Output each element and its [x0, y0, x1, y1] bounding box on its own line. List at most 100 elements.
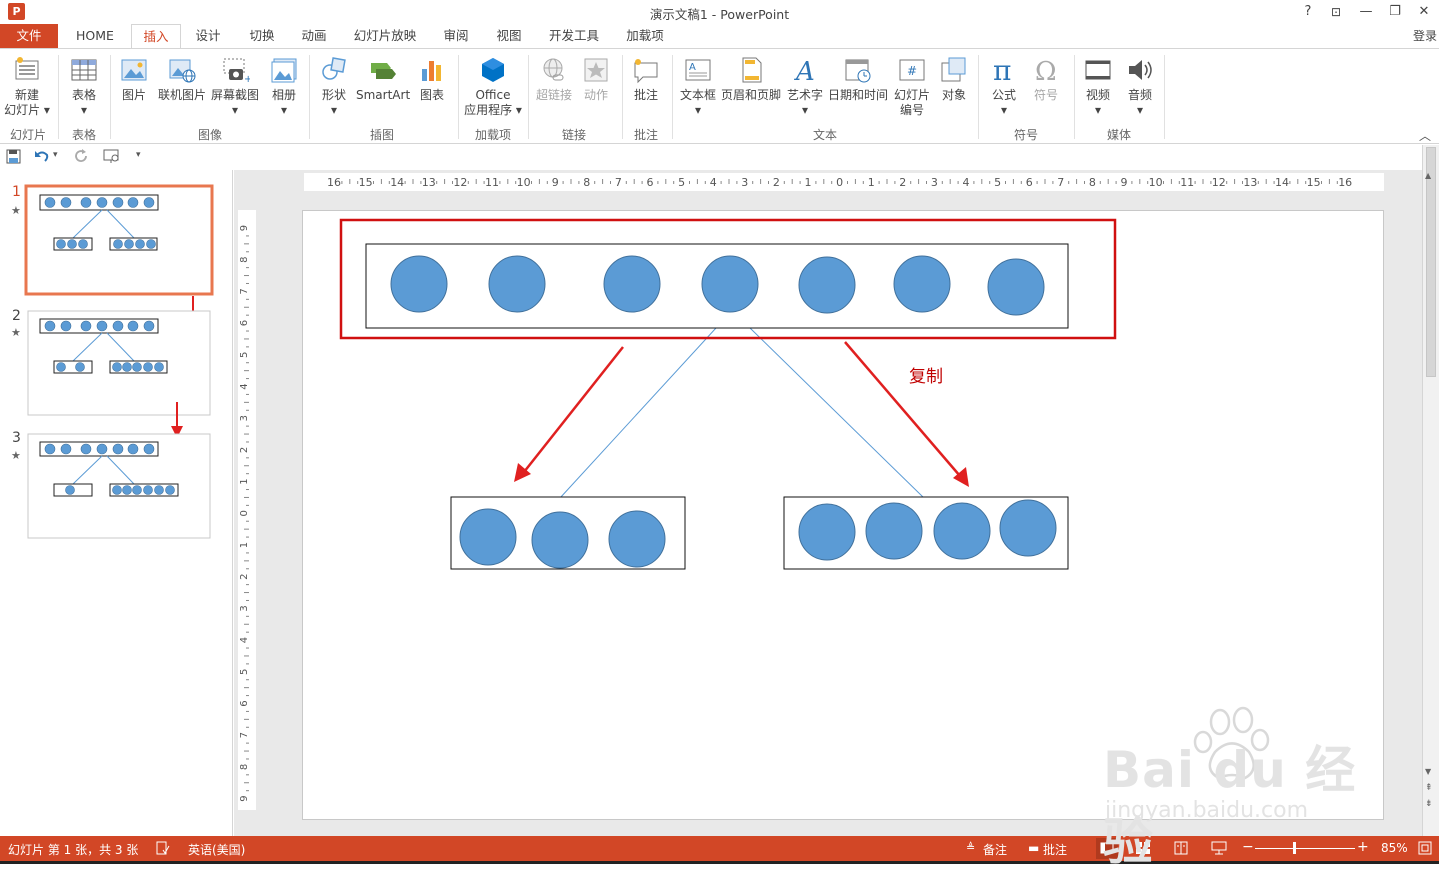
fit-to-window-icon[interactable]	[1418, 841, 1432, 855]
picture-label: 图片	[121, 88, 146, 102]
table-label: 表格	[71, 88, 96, 102]
close-button[interactable]: ✕	[1414, 3, 1434, 21]
tab-animations[interactable]: 动画	[292, 24, 336, 48]
hyperlink-button[interactable]: 超链接	[534, 55, 574, 103]
slide-number-button[interactable]: # 幻灯片 编号	[892, 55, 932, 118]
scroll-up-arrow-icon[interactable]: ▲	[1425, 171, 1431, 180]
picture-icon	[121, 59, 147, 81]
object-icon	[941, 57, 966, 82]
tab-design[interactable]: 设计	[186, 24, 230, 48]
vertical-scrollbar[interactable]: ▲ ▼ ⇞ ⇟	[1422, 145, 1439, 836]
customize-qat-button[interactable]: ▾	[136, 150, 141, 160]
header-footer-button[interactable]: 页眉和页脚	[720, 55, 782, 103]
blue-circle[interactable]	[933, 502, 991, 560]
blue-circle[interactable]	[865, 502, 923, 560]
blue-circle[interactable]	[701, 255, 759, 313]
tab-review[interactable]: 审阅	[434, 24, 478, 48]
notes-button[interactable]: 备注	[983, 841, 1007, 858]
ruler-tick-label: 15	[359, 176, 373, 189]
copy-annotation-text[interactable]: 复制	[909, 362, 943, 387]
wordart-button[interactable]: A 艺术字 ▾	[785, 55, 825, 118]
slide-thumbnail-2[interactable]	[27, 310, 211, 416]
maximize-button[interactable]: ❐	[1385, 3, 1405, 21]
smartart-button[interactable]: SmartArt	[356, 55, 410, 103]
action-button[interactable]: 动作	[578, 55, 614, 103]
video-button[interactable]: 视频 ▾	[1080, 55, 1116, 118]
notes-icon[interactable]: ≜	[966, 841, 975, 854]
slide-number-icon: #	[899, 59, 925, 81]
previous-slide-icon[interactable]: ⇞	[1425, 783, 1433, 793]
blue-circle[interactable]	[798, 256, 856, 314]
ruler-tick-label: 9	[1121, 176, 1128, 189]
photo-album-button[interactable]: 相册 ▾	[264, 55, 304, 118]
tab-slideshow[interactable]: 幻灯片放映	[348, 24, 422, 48]
slide-number-label-1: 幻灯片	[893, 88, 930, 102]
comment-button[interactable]: 批注	[628, 55, 664, 103]
blue-circle[interactable]	[999, 499, 1057, 557]
slide-thumbnail-3[interactable]	[27, 433, 211, 539]
tab-home[interactable]: HOME	[66, 24, 124, 48]
textbox-button[interactable]: A 文本框 ▾	[678, 55, 718, 118]
save-icon[interactable]	[6, 149, 21, 164]
tab-addins[interactable]: 加载项	[618, 24, 672, 48]
sign-in-link[interactable]: 登录	[1413, 27, 1437, 44]
comments-button[interactable]: 批注	[1043, 841, 1067, 858]
symbol-button[interactable]: Ω 符号	[1028, 55, 1064, 103]
object-button[interactable]: 对象	[936, 55, 972, 103]
audio-button[interactable]: 音频 ▾	[1122, 55, 1158, 118]
next-slide-icon[interactable]: ⇟	[1425, 799, 1433, 809]
office-apps-button[interactable]: Office 应用程序 ▾	[462, 55, 524, 118]
screenshot-button[interactable]: + 屏幕截图 ▾	[209, 55, 261, 118]
office-store-icon	[482, 58, 504, 82]
date-time-button[interactable]: 日期和时间	[827, 55, 889, 103]
scroll-down-arrow-icon[interactable]: ▼	[1425, 767, 1431, 776]
redo-icon[interactable]	[74, 149, 89, 164]
spellcheck-icon[interactable]	[156, 841, 170, 855]
table-button[interactable]: 表格 ▾	[64, 55, 104, 118]
ruler-tick-label: 10	[1149, 176, 1163, 189]
blue-circle[interactable]	[459, 508, 517, 566]
ruler-tick-label: 16	[1338, 176, 1352, 189]
scrollbar-thumb[interactable]	[1426, 147, 1436, 377]
tab-insert[interactable]: 插入	[131, 24, 181, 49]
horizontal-ruler: 16 15 14 13 12 11 10 9 8 7 6 5 4 3 2 1 0 1 2 3 4 5 6 7 8 9 10 11 12 1…	[304, 173, 1384, 191]
collapse-ribbon-button[interactable]: ︿	[1419, 127, 1431, 144]
blue-circle[interactable]	[893, 255, 951, 313]
tab-transitions[interactable]: 切换	[240, 24, 284, 48]
tab-file[interactable]: 文件	[0, 24, 58, 48]
blue-circle[interactable]	[603, 255, 661, 313]
slide-thumbnail-1[interactable]	[24, 184, 214, 296]
blue-circle[interactable]	[531, 511, 589, 569]
ruler-tick-label: 0	[836, 176, 843, 189]
blue-circle[interactable]	[798, 503, 856, 561]
photo-album-label: 相册	[271, 88, 296, 102]
minimize-button[interactable]: —	[1356, 3, 1376, 21]
undo-icon[interactable]	[34, 149, 50, 164]
undo-dropdown-arrow[interactable]: ▾	[53, 150, 58, 160]
blue-circle[interactable]	[987, 258, 1045, 316]
ruler-tick-label: 15	[1307, 176, 1321, 189]
blue-circle[interactable]	[390, 255, 448, 313]
slide-number-label-2: 编号	[899, 103, 924, 117]
new-slide-button[interactable]: 新建 幻灯片 ▾	[4, 55, 50, 118]
blue-circle[interactable]	[488, 255, 546, 313]
online-pictures-button[interactable]: 联机图片	[156, 55, 208, 103]
shapes-button[interactable]: 形状 ▾	[314, 55, 354, 118]
header-footer-icon	[742, 57, 762, 83]
picture-button[interactable]: 图片	[116, 55, 152, 103]
comments-icon[interactable]: ▬	[1028, 841, 1039, 855]
present-from-start-icon[interactable]	[103, 149, 121, 164]
ruler-tick-label: 8	[1089, 176, 1096, 189]
tab-developer[interactable]: 开发工具	[543, 24, 605, 48]
ruler-tick-label: 5	[678, 176, 685, 189]
screenshot-icon: +	[223, 58, 250, 85]
blue-circle[interactable]	[608, 510, 666, 568]
ruler-tick-label: 7	[615, 176, 622, 189]
equation-button[interactable]: π 公式 ▾	[984, 55, 1024, 118]
tab-view[interactable]: 视图	[487, 24, 531, 48]
help-button[interactable]: ?	[1298, 3, 1318, 21]
hyperlink-label: 超链接	[535, 88, 572, 102]
ribbon-display-options-button[interactable]: ⊡	[1326, 3, 1346, 21]
chart-button[interactable]: 图表	[414, 55, 450, 103]
language-status[interactable]: 英语(美国)	[188, 841, 245, 858]
